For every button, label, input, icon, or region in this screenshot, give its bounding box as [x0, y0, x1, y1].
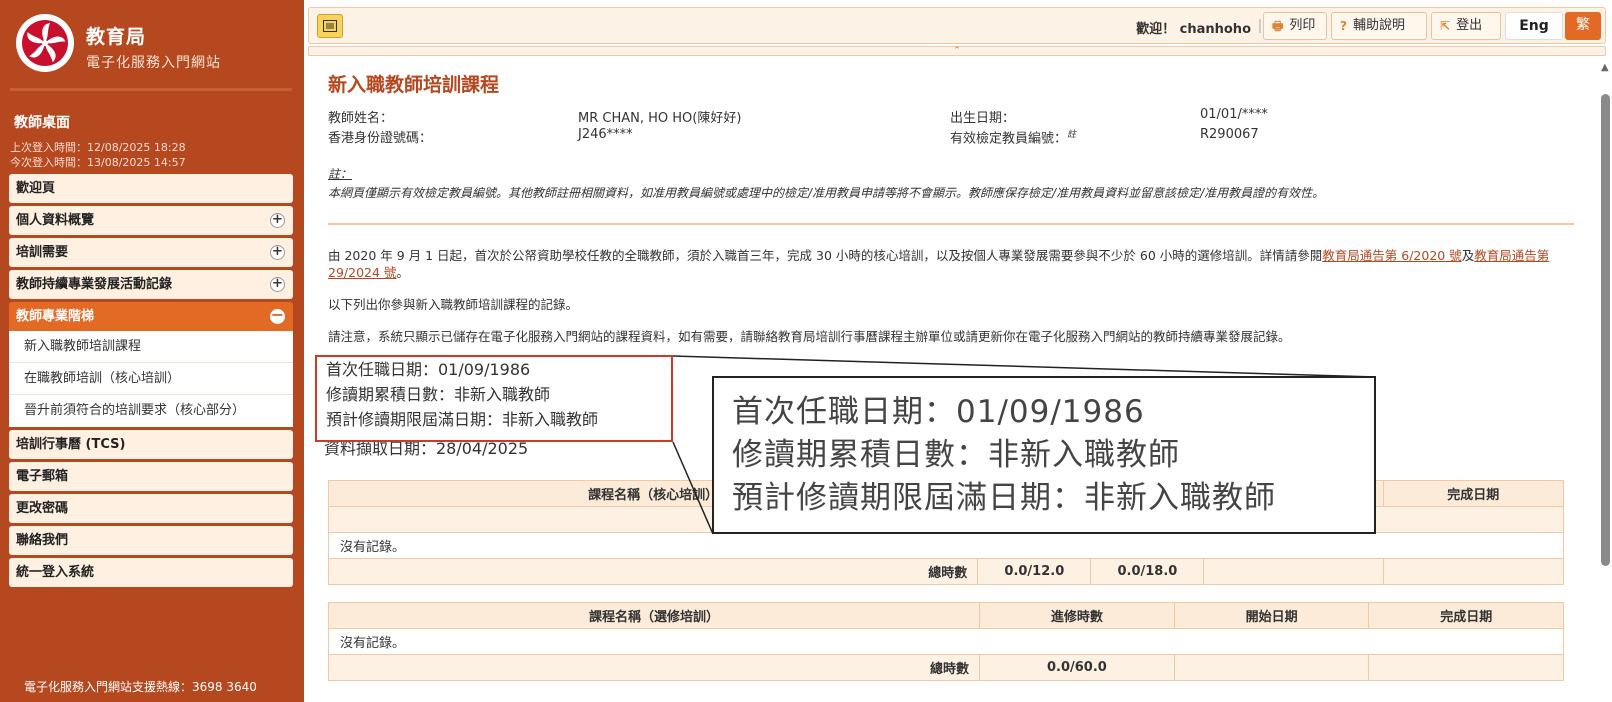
expected-expiry-date-zoom: 預計修讀期限屆滿日期：非新入職教師 [732, 480, 1276, 516]
callout-connector [672, 355, 1377, 535]
accumulated-days-zoom: 修讀期累積日數：非新入職教師 [732, 437, 1180, 473]
first-appointment-date-zoom: 首次任職日期：01/09/1986 [732, 394, 1145, 430]
zoomed-callout: 首次任職日期：01/09/1986 修讀期累積日數：非新入職教師 預計修讀期限屆… [712, 376, 1376, 534]
